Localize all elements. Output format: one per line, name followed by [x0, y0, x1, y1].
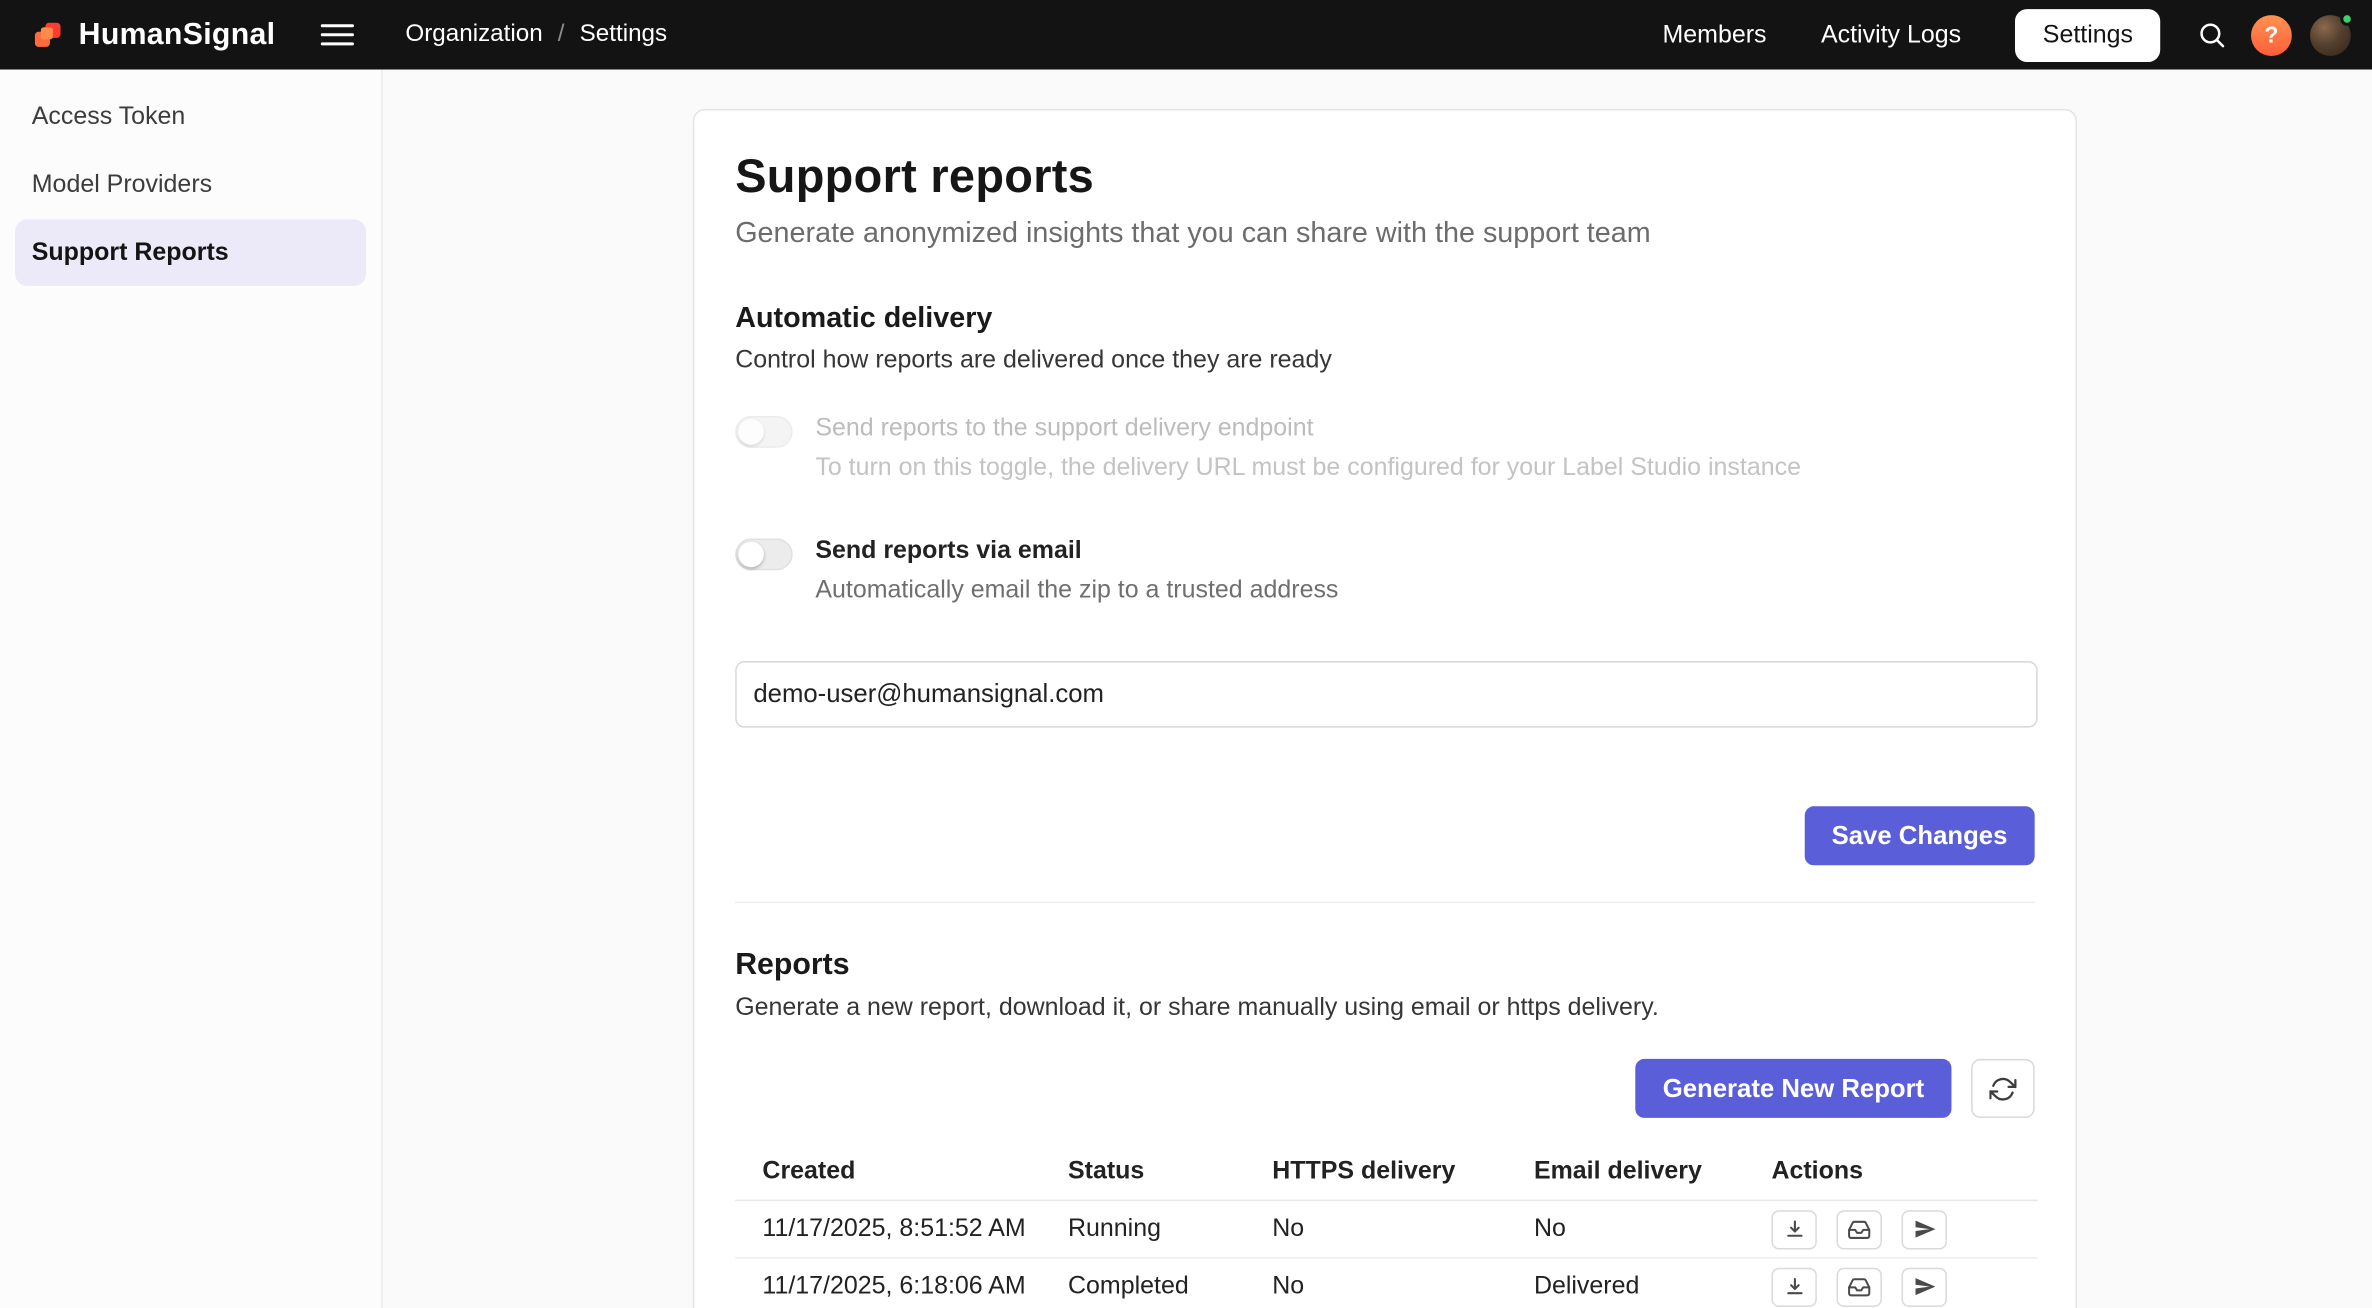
- table-row: 11/17/2025, 8:51:52 AM Running No No: [735, 1200, 2037, 1257]
- reports-table-header-row: Created Status HTTPS delivery Email deli…: [735, 1151, 2037, 1200]
- send-icon: [1913, 1275, 1936, 1298]
- automatic-delivery-heading: Automatic delivery: [735, 303, 2034, 336]
- https-toggle-texts: Send reports to the support delivery end…: [815, 414, 1801, 482]
- hamburger-menu-icon[interactable]: [315, 12, 360, 57]
- section-divider: [735, 902, 2034, 904]
- download-report-button[interactable]: [1771, 1209, 1816, 1248]
- cell-email-delivery: Delivered: [1534, 1258, 1772, 1308]
- trusted-email-input[interactable]: [735, 661, 2037, 728]
- brand[interactable]: HumanSignal: [35, 17, 276, 52]
- toggle-knob: [738, 542, 764, 568]
- table-row: 11/17/2025, 6:18:06 AM Completed No Deli…: [735, 1258, 2037, 1308]
- cell-actions: [1771, 1258, 2037, 1308]
- generate-row: Generate New Report: [735, 1059, 2034, 1118]
- brand-name: HumanSignal: [79, 17, 276, 52]
- nav-link-activity-logs[interactable]: Activity Logs: [1821, 20, 1961, 49]
- col-header-created: Created: [735, 1151, 1068, 1200]
- breadcrumb-separator: /: [558, 21, 565, 48]
- cell-email-delivery: No: [1534, 1200, 1772, 1257]
- toggle-knob: [738, 419, 764, 445]
- reports-table-body: 11/17/2025, 8:51:52 AM Running No No: [735, 1200, 2037, 1308]
- send-report-button[interactable]: [1902, 1267, 1947, 1306]
- https-delivery-toggle-row: Send reports to the support delivery end…: [735, 414, 2034, 482]
- col-header-actions: Actions: [1771, 1151, 2037, 1200]
- email-delivery-toggle-row: Send reports via email Automatically ema…: [735, 537, 2034, 605]
- email-toggle-subtext: Automatically email the zip to a trusted…: [815, 576, 1338, 605]
- cell-created: 11/17/2025, 8:51:52 AM: [735, 1200, 1068, 1257]
- refresh-reports-button[interactable]: [1971, 1059, 2035, 1118]
- reports-table: Created Status HTTPS delivery Email deli…: [735, 1151, 2037, 1308]
- email-toggle-texts: Send reports via email Automatically ema…: [815, 537, 1338, 605]
- col-header-status: Status: [1068, 1151, 1272, 1200]
- reports-description: Generate a new report, download it, or s…: [735, 994, 2034, 1023]
- page-title: Support reports: [735, 150, 2034, 204]
- sidebar-item-model-providers[interactable]: Model Providers: [15, 151, 366, 218]
- email-report-button[interactable]: [1836, 1267, 1881, 1306]
- cell-status: Completed: [1068, 1258, 1272, 1308]
- inbox-icon: [1847, 1217, 1871, 1241]
- search-icon[interactable]: [2187, 11, 2235, 59]
- email-report-button[interactable]: [1836, 1209, 1881, 1248]
- save-row: Save Changes: [735, 806, 2034, 865]
- online-status-dot: [2340, 11, 2354, 25]
- cell-actions: [1771, 1200, 2037, 1257]
- breadcrumb: Organization / Settings: [405, 21, 667, 48]
- download-icon: [1783, 1218, 1806, 1241]
- email-delivery-toggle[interactable]: [735, 539, 792, 571]
- nav-link-members[interactable]: Members: [1662, 20, 1766, 49]
- download-icon: [1783, 1275, 1806, 1298]
- save-changes-button[interactable]: Save Changes: [1804, 806, 2034, 865]
- page-subtitle: Generate anonymized insights that you ca…: [735, 218, 2034, 251]
- settings-sidebar: Access Token Model Providers Support Rep…: [0, 70, 383, 1308]
- app-viewport: HumanSignal Organization / Settings Memb…: [0, 0, 2372, 1308]
- top-navbar: HumanSignal Organization / Settings Memb…: [0, 0, 2372, 70]
- cell-https-delivery: No: [1272, 1258, 1534, 1308]
- col-header-email-delivery: Email delivery: [1534, 1151, 1772, 1200]
- https-toggle-label: Send reports to the support delivery end…: [815, 414, 1801, 443]
- inbox-icon: [1847, 1275, 1871, 1299]
- send-icon: [1913, 1218, 1936, 1241]
- help-button[interactable]: ?: [2251, 14, 2292, 55]
- breadcrumb-settings[interactable]: Settings: [580, 21, 667, 48]
- download-report-button[interactable]: [1771, 1267, 1816, 1306]
- cell-created: 11/17/2025, 6:18:06 AM: [735, 1258, 1068, 1308]
- refresh-icon: [1989, 1075, 2016, 1102]
- email-toggle-label: Send reports via email: [815, 537, 1338, 566]
- col-header-https-delivery: HTTPS delivery: [1272, 1151, 1534, 1200]
- generate-new-report-button[interactable]: Generate New Report: [1635, 1059, 1951, 1118]
- main-content: Support reports Generate anonymized insi…: [383, 70, 2372, 1308]
- humansignal-logo-icon: [35, 20, 65, 50]
- breadcrumb-organization[interactable]: Organization: [405, 21, 542, 48]
- cell-https-delivery: No: [1272, 1200, 1534, 1257]
- https-toggle-subtext: To turn on this toggle, the delivery URL…: [815, 454, 1801, 483]
- sidebar-item-support-reports[interactable]: Support Reports: [15, 219, 366, 286]
- support-reports-card: Support reports Generate anonymized insi…: [693, 109, 2077, 1308]
- https-delivery-toggle: [735, 416, 792, 448]
- cell-status: Running: [1068, 1200, 1272, 1257]
- send-report-button[interactable]: [1902, 1209, 1947, 1248]
- automatic-delivery-description: Control how reports are delivered once t…: [735, 346, 2034, 375]
- reports-heading: Reports: [735, 949, 2034, 984]
- user-avatar[interactable]: [2310, 14, 2351, 55]
- sidebar-item-access-token[interactable]: Access Token: [15, 83, 366, 150]
- nav-link-settings-active[interactable]: Settings: [2016, 8, 2161, 61]
